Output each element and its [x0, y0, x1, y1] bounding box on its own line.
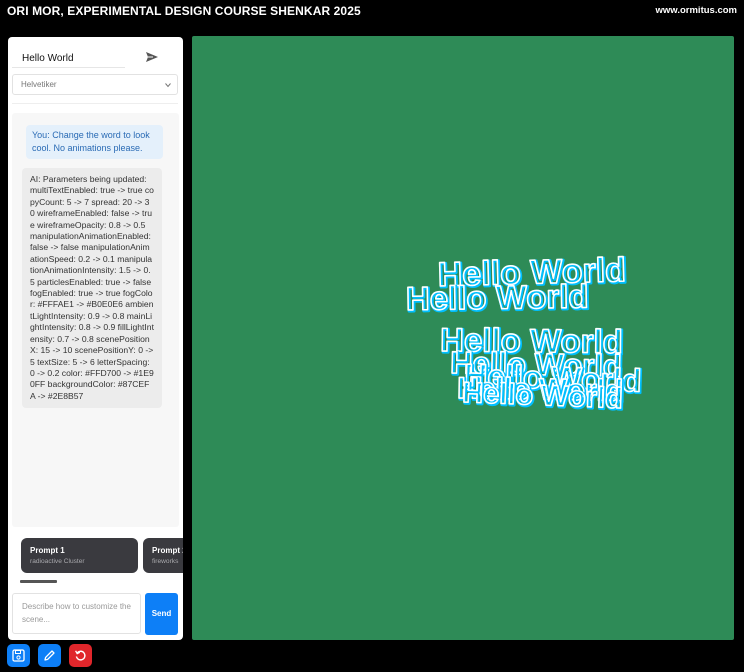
font-select[interactable]: Helvetiker [12, 74, 178, 95]
scene-text-copy: Hello WorldHello World [405, 277, 592, 320]
site-url[interactable]: www.ormitus.com [656, 5, 737, 16]
font-select-value: Helvetiker [21, 80, 57, 89]
send-button[interactable]: Send [145, 593, 178, 635]
pencil-icon [44, 650, 55, 661]
prompt-subtitle: radioactive Cluster [30, 558, 85, 565]
scene-canvas[interactable]: Hello World Hello World Hello World Hello W… [192, 36, 734, 640]
prompt-title: Prompt 1 [30, 546, 65, 555]
scene-text: Hello World [406, 277, 589, 317]
divider [12, 103, 178, 104]
page-title: ORI MOR, EXPERIMENTAL DESIGN COURSE SHEN… [7, 4, 361, 18]
prompt-card-2[interactable]: Prompt 2 fireworks [143, 538, 183, 573]
user-message: You: Change the word to look cool. No an… [26, 125, 163, 159]
word-underline [12, 67, 125, 68]
reset-icon [75, 650, 86, 661]
prompt-carousel[interactable]: Prompt 1 radioactive Cluster Prompt 2 fi… [8, 529, 183, 585]
prompt-subtitle: fireworks [152, 558, 179, 565]
scene-text: Hello World [462, 377, 624, 415]
scene-text-copy: Hello WorldHello World [461, 376, 626, 418]
send-arrow-icon[interactable] [144, 49, 160, 65]
carousel-scroll-indicator[interactable] [20, 580, 57, 583]
prompt-title: Prompt 2 [152, 546, 183, 555]
chevron-down-icon [165, 83, 171, 88]
floppy-disk-icon [12, 649, 25, 662]
customize-input[interactable]: Describe how to customize the scene... [12, 593, 141, 634]
reset-button[interactable] [69, 644, 92, 667]
prompt-card-1[interactable]: Prompt 1 radioactive Cluster [21, 538, 138, 573]
ai-message: AI: Parameters being updated: multiTextE… [22, 168, 162, 409]
chat-log[interactable]: You: Change the word to look cool. No an… [12, 113, 179, 527]
top-bar: ORI MOR, EXPERIMENTAL DESIGN COURSE SHEN… [0, 0, 744, 24]
control-panel: Helvetiker You: Change the word to look … [8, 37, 183, 640]
scene-text-svg: Hello WorldHello WorldHello WorldHello W… [405, 250, 645, 418]
save-button[interactable] [7, 644, 30, 667]
edit-button[interactable] [38, 644, 61, 667]
